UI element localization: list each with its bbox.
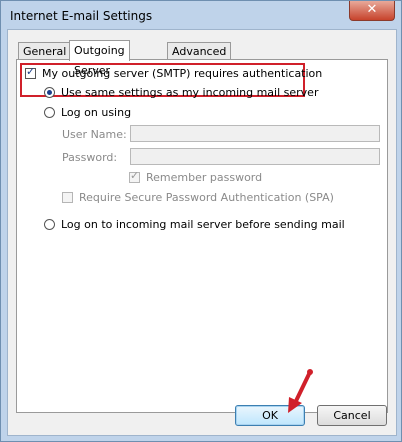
red-arrow-icon xyxy=(288,369,313,413)
tab-outgoing-server[interactable]: Outgoing Server xyxy=(69,40,130,77)
